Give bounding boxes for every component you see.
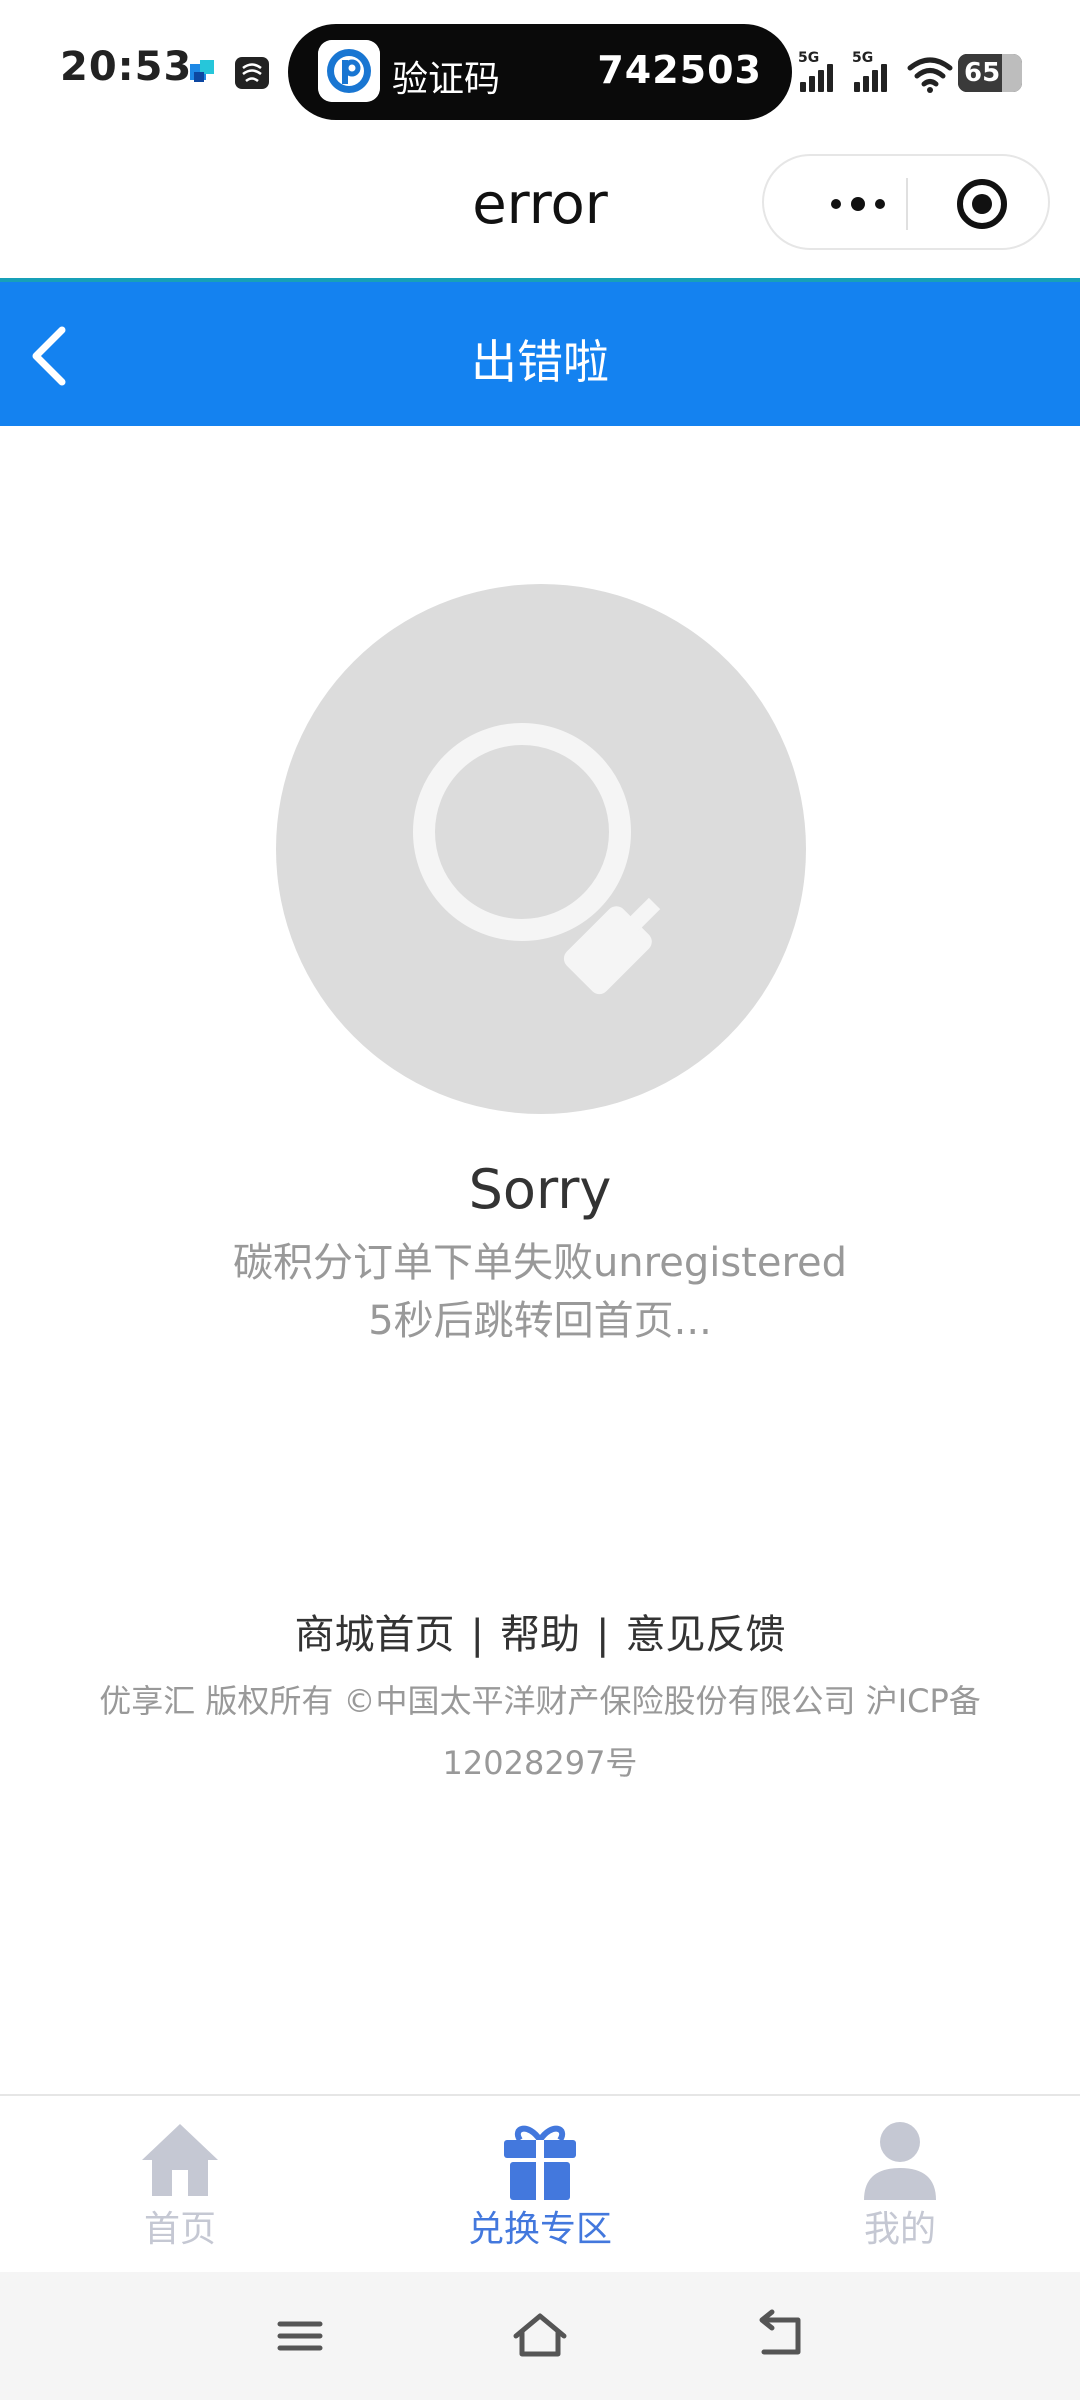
mini-program-nav: error — [0, 140, 1080, 278]
tab-exchange[interactable]: 兑换专区 — [360, 2096, 720, 2274]
signal-label: 5G — [798, 50, 820, 66]
status-bar: 20:53 验证码 742503 5G 5G 65 — [0, 0, 1080, 140]
footer-link-help[interactable]: 帮助 — [500, 1602, 580, 1660]
error-title: Sorry — [468, 1158, 612, 1221]
gift-icon — [504, 2125, 576, 2200]
sms-label: 验证码 — [392, 59, 501, 100]
tab-label: 首页 — [143, 2209, 216, 2250]
footer-link-home[interactable]: 商城首页 — [295, 1602, 455, 1660]
more-dots-icon[interactable] — [808, 176, 908, 232]
page-header: 出错啦 — [0, 278, 1080, 426]
status-time: 20:53 — [60, 44, 193, 90]
sms-code-notification[interactable]: 验证码 742503 — [288, 24, 792, 120]
home-outline-icon[interactable] — [510, 2308, 570, 2364]
wifi-icon — [907, 57, 953, 93]
home-icon — [142, 2124, 218, 2196]
error-message: 碳积分订单下单失败unregistered — [232, 1240, 848, 1286]
sms-code: 742503 — [597, 48, 762, 92]
signal-icon: 5G — [798, 50, 844, 92]
error-illustration — [276, 584, 806, 1114]
system-nav-bar — [0, 2272, 1080, 2400]
back-icon[interactable] — [750, 2308, 810, 2364]
footer-separator: | — [470, 1612, 484, 1658]
signal-icon: 5G — [852, 50, 898, 92]
tab-mine[interactable]: 我的 — [720, 2096, 1080, 2274]
target-circle-icon[interactable] — [954, 176, 1010, 232]
app-notification-icon-2 — [235, 57, 269, 89]
bottom-tab-bar: 首页 兑换专区 我的 — [0, 2094, 1080, 2272]
menu-icon[interactable] — [270, 2308, 330, 2364]
footer-link-feedback[interactable]: 意见反馈 — [625, 1602, 785, 1660]
battery-level: 65 — [964, 58, 1001, 88]
search-magnifier-icon — [413, 723, 661, 995]
header-title: 出错啦 — [471, 335, 609, 389]
battery-icon: 65 — [958, 54, 1022, 92]
tab-label: 我的 — [863, 2209, 936, 2250]
tab-label: 兑换专区 — [467, 2209, 612, 2250]
footer-separator: | — [596, 1612, 610, 1658]
payment-app-icon — [318, 40, 380, 102]
app-notification-icon — [190, 60, 214, 82]
redirect-notice: 5秒后跳转回首页... — [368, 1298, 712, 1344]
footer-links: 商城首页 | 帮助 | 意见反馈 — [0, 1602, 1080, 1660]
copyright-line-1: 优享汇 版权所有 ©中国太平洋财产保险股份有限公司 沪ICP备 — [99, 1682, 981, 1720]
copyright: 优享汇 版权所有 ©中国太平洋财产保险股份有限公司 沪ICP备 12028297… — [60, 1670, 1020, 1794]
user-icon — [864, 2122, 936, 2200]
copyright-line-2: 12028297号 — [442, 1744, 638, 1782]
signal-label: 5G — [852, 50, 874, 66]
mini-program-capsule — [762, 154, 1050, 250]
capsule-divider — [906, 178, 908, 230]
tab-home[interactable]: 首页 — [0, 2096, 360, 2274]
